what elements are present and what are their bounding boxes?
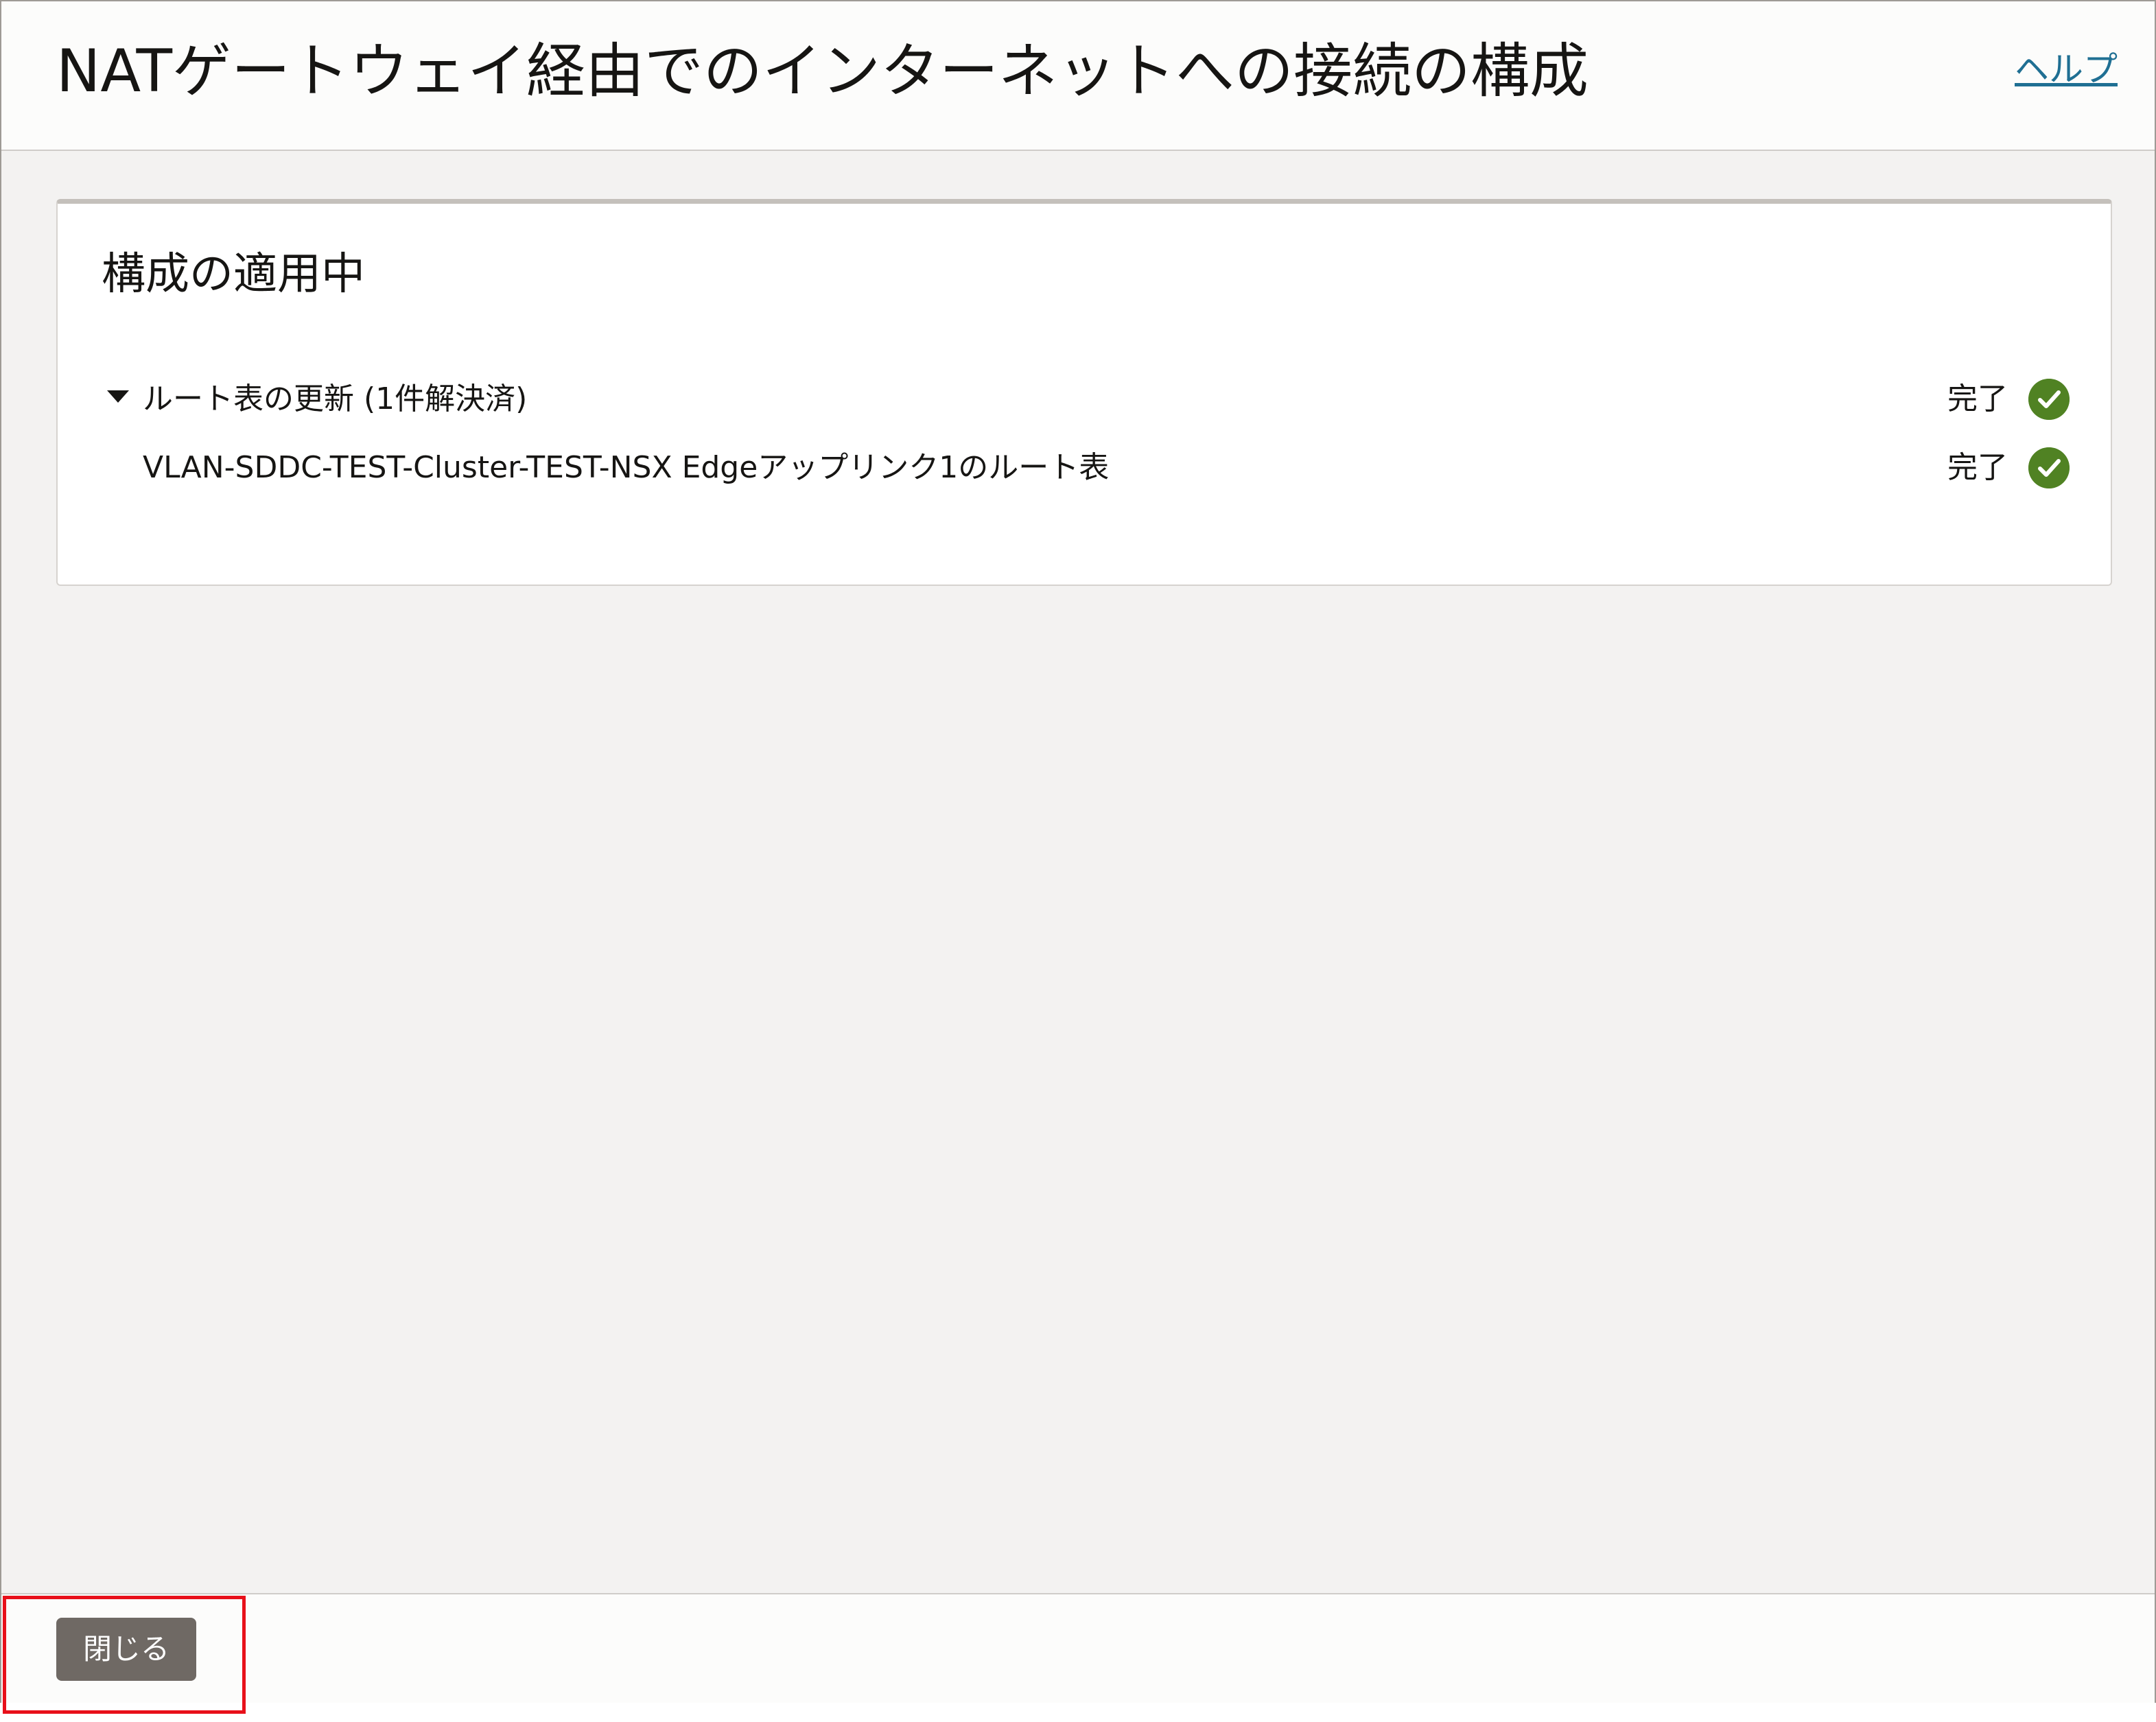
task-item-label: VLAN-SDDC-TEST-Cluster-TEST-NSX Edgeアップリ… <box>143 450 1110 485</box>
help-link[interactable]: ヘルプ <box>2015 45 2118 93</box>
card-title: 構成の適用中 <box>102 249 365 300</box>
progress-card: 構成の適用中 ルート表の更新 (1件解決済) 完了 VLAN-SDDC-TEST… <box>56 199 2112 586</box>
close-button[interactable]: 閉じる <box>56 1618 196 1681</box>
check-circle-icon <box>2028 447 2070 488</box>
page-title: NATゲートウェイ経由でのインターネットへの接続の構成 <box>56 37 1589 106</box>
task-group-row: ルート表の更新 (1件解決済) 完了 <box>107 375 2070 430</box>
check-circle-icon <box>2028 379 2070 420</box>
triangle-down-icon[interactable] <box>107 390 129 403</box>
task-item-row: VLAN-SDDC-TEST-Cluster-TEST-NSX Edgeアップリ… <box>107 444 2070 499</box>
dialog-header: NATゲートウェイ経由でのインターネットへの接続の構成 ヘルプ <box>1 1 2155 151</box>
dialog: NATゲートウェイ経由でのインターネットへの接続の構成 ヘルプ 構成の適用中 ル… <box>0 0 2156 1703</box>
dialog-footer: 閉じる <box>1 1593 2155 1703</box>
status-text: 完了 <box>1947 450 2008 485</box>
task-group-status: 完了 <box>1947 375 2070 423</box>
status-text: 完了 <box>1947 381 2008 416</box>
task-item-status: 完了 <box>1947 444 2070 492</box>
task-group-label[interactable]: ルート表の更新 (1件解決済) <box>143 375 527 423</box>
